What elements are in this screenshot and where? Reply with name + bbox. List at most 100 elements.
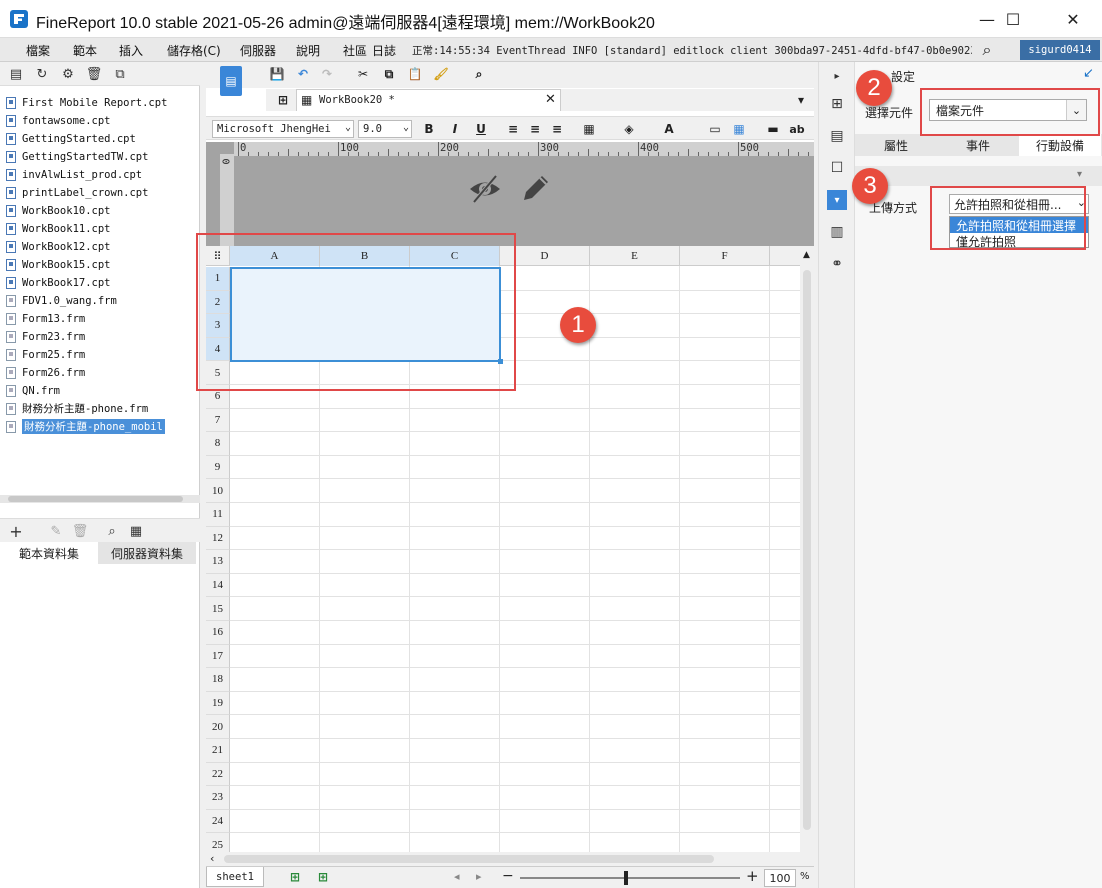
add-report-sheet-icon[interactable]: ⊞ <box>286 868 304 886</box>
template-type-icon[interactable]: ▤ <box>220 66 242 96</box>
file-list-item[interactable]: invAlwList_prod.cpt <box>6 166 142 183</box>
collapse-section-icon[interactable]: ▾ <box>1077 169 1082 180</box>
file-list-item[interactable]: Form26.frm <box>6 364 85 381</box>
file-list-item[interactable]: Form13.frm <box>6 310 85 327</box>
align-left-icon[interactable]: ≡ <box>504 120 522 138</box>
row-header[interactable]: 7 <box>206 408 230 433</box>
tab-mobile[interactable]: 行動設備 <box>1019 134 1101 156</box>
row-header[interactable]: 23 <box>206 786 230 810</box>
redo-icon[interactable]: ↷ <box>318 65 336 83</box>
collapse-icon[interactable]: ↙ <box>1083 66 1094 81</box>
user-badge[interactable]: sigurd0414 <box>1020 40 1100 60</box>
italic-icon[interactable]: I <box>446 120 464 138</box>
file-list-item[interactable]: WorkBook12.cpt <box>6 238 111 255</box>
widget-settings-icon[interactable]: ▾ <box>827 190 847 210</box>
file-list-item[interactable]: 財務分析主題-phone_mobil <box>6 418 165 435</box>
paste-icon[interactable]: 📋 <box>406 65 424 83</box>
menu-community[interactable]: 社區 <box>343 42 367 59</box>
row-header[interactable]: 8 <box>206 432 230 456</box>
align-right-icon[interactable]: ≡ <box>548 120 566 138</box>
tab-attributes[interactable]: 屬性 <box>855 134 937 156</box>
row-header[interactable]: 15 <box>206 597 230 621</box>
tab-menu-icon[interactable]: ▾ <box>792 91 810 109</box>
add-dashboard-sheet-icon[interactable]: ⊞ <box>314 868 332 886</box>
file-list-item[interactable]: WorkBook10.cpt <box>6 202 111 219</box>
row-header[interactable]: 22 <box>206 762 230 787</box>
refresh-icon[interactable]: ↻ <box>34 66 50 82</box>
horizontal-scrollbar[interactable]: ‹ <box>206 852 814 866</box>
scrollbar-thumb[interactable] <box>803 270 811 830</box>
scroll-up-icon[interactable]: ▲ <box>803 250 810 260</box>
tab-workbook20[interactable]: ▦ WorkBook20 * ✕ <box>296 89 561 111</box>
file-list-item[interactable]: QN.frm <box>6 382 60 399</box>
preview-report-icon[interactable]: ⌕ <box>470 65 488 83</box>
align-center-icon[interactable]: ≡ <box>526 120 544 138</box>
scrollbar-thumb[interactable] <box>224 855 714 863</box>
preview-icon[interactable]: ⌕ <box>104 523 120 539</box>
undo-icon[interactable]: ↶ <box>294 65 312 83</box>
tab-server-dataset[interactable]: 伺服器資料集 <box>98 542 196 564</box>
close-tab-icon[interactable]: ✕ <box>545 92 556 107</box>
row-header[interactable]: 16 <box>206 621 230 645</box>
file-list-item[interactable]: First Mobile Report.cpt <box>6 94 167 111</box>
scroll-left-icon[interactable]: ‹ <box>210 852 214 865</box>
vertical-scrollbar[interactable]: ▲ <box>800 246 814 852</box>
format-painter-icon[interactable]: 🖌 <box>432 65 450 83</box>
row-header[interactable]: 20 <box>206 715 230 739</box>
file-list-item[interactable]: WorkBook17.cpt <box>6 274 111 291</box>
add-icon[interactable]: + <box>8 522 24 541</box>
next-sheet-icon[interactable]: ▸ <box>476 870 482 883</box>
font-color-icon[interactable]: A <box>660 120 678 138</box>
delete-dataset-icon[interactable]: 🗑 <box>72 523 89 539</box>
menu-log[interactable]: 日誌 <box>372 42 396 59</box>
file-list-item[interactable]: WorkBook15.cpt <box>6 256 111 273</box>
zoom-slider-thumb[interactable] <box>624 871 628 885</box>
underline-icon[interactable]: U <box>472 120 490 138</box>
new-folder-icon[interactable]: ▤ <box>8 66 24 82</box>
menu-server[interactable]: 伺服器 <box>240 42 276 59</box>
menu-insert[interactable]: 插入 <box>119 42 143 59</box>
wrap-icon[interactable]: ▬ <box>764 120 782 138</box>
merge-cells-icon[interactable]: ▭ <box>706 120 724 138</box>
delete-icon[interactable]: 🗑 <box>86 66 103 82</box>
section-header[interactable]: 端 ▾ <box>855 166 1102 186</box>
file-list-item[interactable]: Form25.frm <box>6 346 85 363</box>
condition-attribute-icon[interactable]: ▥ <box>827 222 847 242</box>
row-header[interactable]: 11 <box>206 503 230 527</box>
menu-help[interactable]: 說明 <box>296 42 320 59</box>
maximize-icon[interactable]: ☐ <box>990 0 1036 38</box>
copy-cell-icon[interactable]: ⧉ <box>380 65 398 83</box>
cell-attribute-icon[interactable]: ▤ <box>827 126 847 146</box>
zoom-input[interactable]: 100 <box>764 869 796 887</box>
border-icon[interactable]: ▦ <box>580 120 598 138</box>
row-header[interactable]: 19 <box>206 691 230 716</box>
bold-icon[interactable]: B <box>420 120 438 138</box>
font-size-select[interactable]: 9.0 ⌄ <box>358 120 412 138</box>
fill-color-icon[interactable]: ◈ <box>620 120 638 138</box>
edit-icon[interactable]: ✎ <box>48 523 64 539</box>
row-header[interactable]: 24 <box>206 809 230 834</box>
save-icon[interactable]: 💾 <box>268 65 286 83</box>
grid-view-icon[interactable]: ⊞ <box>274 91 292 109</box>
row-header[interactable]: 18 <box>206 668 230 692</box>
zoom-out-icon[interactable]: − <box>502 868 514 884</box>
file-list-item[interactable]: GettingStarted.cpt <box>6 130 136 147</box>
settings-icon[interactable]: ⚙ <box>60 66 76 82</box>
hyperlink-icon[interactable]: ⚭ <box>827 254 847 274</box>
row-header[interactable]: 14 <box>206 573 230 598</box>
tab-events[interactable]: 事件 <box>937 134 1019 156</box>
row-header[interactable]: 17 <box>206 644 230 669</box>
file-list-item[interactable]: Form23.frm <box>6 328 85 345</box>
file-list-item[interactable]: GettingStartedTW.cpt <box>6 148 148 165</box>
row-header[interactable]: 10 <box>206 479 230 503</box>
text-style-icon[interactable]: ab <box>788 120 806 138</box>
float-element-icon[interactable]: ☐ <box>827 158 847 178</box>
table-icon[interactable]: ▦ <box>730 120 748 138</box>
tab-sheet1[interactable]: sheet1 <box>206 867 264 887</box>
zoom-slider[interactable] <box>520 877 740 879</box>
prev-sheet-icon[interactable]: ◂ <box>454 870 460 883</box>
menu-file[interactable]: 檔案 <box>26 42 50 59</box>
file-list-item[interactable]: WorkBook11.cpt <box>6 220 111 237</box>
row-header[interactable]: 13 <box>206 550 230 574</box>
dataset-settings-icon[interactable]: ▦ <box>128 523 144 539</box>
